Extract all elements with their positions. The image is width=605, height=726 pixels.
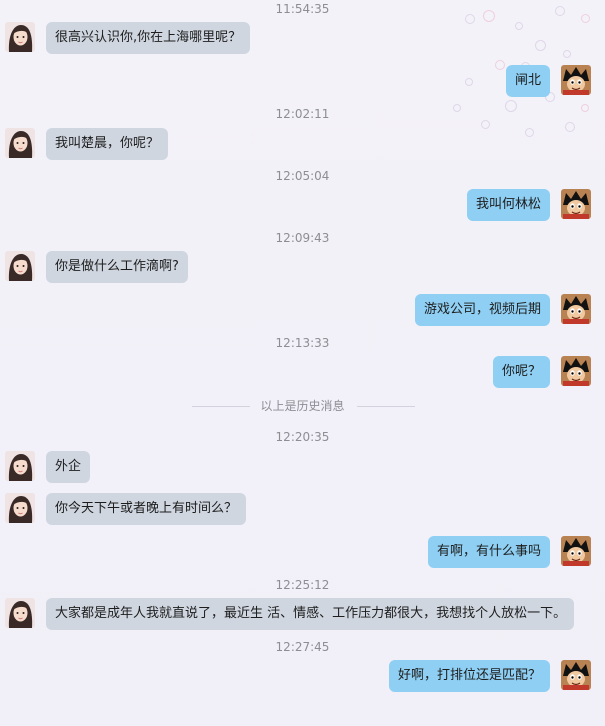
message-bubble: 好啊，打排位还是匹配？	[388, 660, 550, 692]
contact-avatar[interactable]	[5, 598, 35, 628]
incoming-message: 你今天下午或者晚上有时间么？	[0, 493, 605, 525]
message-bubble: 我叫楚晨，你呢？	[46, 128, 169, 160]
self-avatar[interactable]	[561, 660, 591, 690]
outgoing-message: 你呢？	[0, 356, 605, 388]
contact-avatar[interactable]	[5, 251, 35, 281]
contact-avatar[interactable]	[5, 22, 35, 52]
message-bubble: 你今天下午或者晚上有时间么？	[46, 493, 247, 525]
incoming-message: 我叫楚晨，你呢？	[0, 128, 605, 160]
timestamp: 12:13:33	[275, 336, 330, 350]
message-bubble: 大家都是成年人我就直说了，最近生 活、情感、工作压力都很大，我想找个人放松一下。	[46, 598, 574, 630]
outgoing-message: 游戏公司，视频后期	[0, 294, 605, 326]
incoming-message: 外企	[0, 451, 605, 483]
contact-avatar[interactable]	[5, 128, 35, 158]
divider-line-right	[357, 406, 415, 407]
timestamp: 12:20:35	[275, 430, 330, 444]
outgoing-message: 好啊，打排位还是匹配？	[0, 660, 605, 692]
self-avatar[interactable]	[561, 65, 591, 95]
outgoing-message: 闸北	[0, 65, 605, 97]
outgoing-message: 有啊，有什么事吗	[0, 536, 605, 568]
timestamp: 12:05:04	[275, 169, 330, 183]
self-avatar[interactable]	[561, 536, 591, 566]
incoming-message: 大家都是成年人我就直说了，最近生 活、情感、工作压力都很大，我想找个人放松一下。	[0, 598, 605, 630]
incoming-message: 很高兴认识你,你在上海哪里呢？	[0, 22, 605, 54]
self-avatar[interactable]	[561, 356, 591, 386]
message-bubble: 游戏公司，视频后期	[414, 294, 550, 326]
timestamp: 12:02:11	[275, 107, 330, 121]
message-bubble: 你呢？	[492, 356, 550, 388]
message-bubble: 外企	[46, 451, 91, 483]
message-bubble: 我叫何林松	[466, 189, 550, 221]
contact-avatar[interactable]	[5, 493, 35, 523]
message-bubble: 闸北	[505, 65, 550, 97]
history-divider-label: 以上是历史消息	[260, 399, 345, 413]
timestamp: 12:09:43	[275, 231, 330, 245]
history-divider: 以上是历史消息	[0, 398, 605, 414]
message-bubble: 有啊，有什么事吗	[427, 536, 550, 568]
incoming-message: 你是做什么工作滴啊?	[0, 251, 605, 283]
outgoing-message: 我叫何林松	[0, 189, 605, 221]
timestamp: 12:27:45	[275, 640, 330, 654]
timestamp: 11:54:35	[275, 2, 330, 16]
self-avatar[interactable]	[561, 294, 591, 324]
message-bubble: 很高兴认识你,你在上海哪里呢？	[46, 22, 251, 54]
contact-avatar[interactable]	[5, 451, 35, 481]
timestamp: 12:25:12	[275, 578, 330, 592]
message-bubble: 你是做什么工作滴啊?	[46, 251, 188, 283]
chat-window: 11:54:35 很高兴认识你,你在上海哪里呢？ 闸北 12:02:11 我叫楚…	[0, 0, 605, 726]
self-avatar[interactable]	[561, 189, 591, 219]
